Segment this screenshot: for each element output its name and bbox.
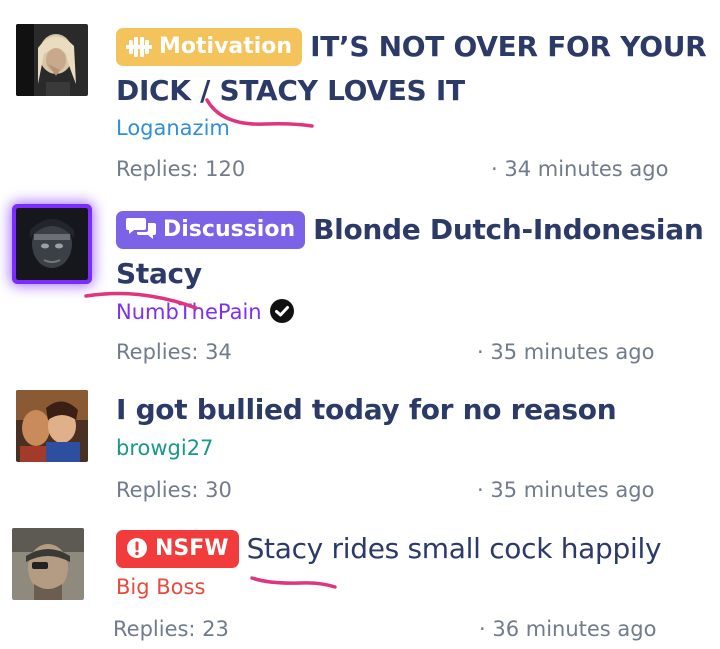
replies-count: Replies: 34 — [116, 340, 232, 364]
thread-title[interactable]: Discussion Blonde Dutch-Indonesian — [116, 211, 704, 249]
title-text: DICK / STACY LOVES IT — [116, 74, 465, 107]
badge-nsfw[interactable]: NSFW — [116, 530, 239, 568]
author-name: Big Boss — [116, 575, 206, 599]
avatar[interactable] — [16, 208, 88, 280]
author-name: NumbThePain — [116, 300, 262, 324]
timestamp: · 36 minutes ago — [479, 617, 657, 641]
author-name: browgi27 — [116, 436, 214, 460]
badge-label: NSFW — [155, 536, 229, 561]
title-text: IT’S NOT OVER FOR YOUR — [310, 30, 707, 63]
badge-label: Discussion — [163, 217, 296, 242]
dumbbell-icon — [126, 32, 152, 70]
author-link[interactable]: Loganazim — [116, 116, 230, 140]
avatar[interactable] — [12, 528, 84, 600]
badge-motivation[interactable]: Motivation — [116, 28, 303, 66]
timestamp: · 35 minutes ago — [477, 478, 655, 502]
replies-count: Replies: 120 — [116, 157, 246, 181]
thread-title[interactable]: I got bullied today for no reason — [116, 393, 617, 426]
thread-title-continued[interactable]: DICK / STACY LOVES IT — [116, 74, 465, 107]
author-link[interactable]: browgi27 — [116, 436, 213, 460]
replies-count: Replies: 23 — [113, 617, 229, 641]
title-text: Stacy — [116, 257, 202, 290]
thread-item[interactable]: I got bullied today for no reason browgi… — [0, 380, 720, 510]
thread-item[interactable]: Discussion Blonde Dutch-Indonesian Stacy… — [0, 190, 720, 380]
title-text: Blonde Dutch-Indonesian — [313, 213, 704, 246]
badge-label: Motivation — [159, 34, 293, 59]
author-link[interactable]: Big Boss — [116, 575, 205, 599]
badge-discussion[interactable]: Discussion — [116, 211, 306, 249]
thread-item[interactable]: NSFW Stacy rides small cock happily Big … — [0, 510, 720, 649]
avatar[interactable] — [16, 390, 88, 462]
thread-title-continued[interactable]: Stacy — [116, 257, 202, 290]
title-text: I got bullied today for no reason — [116, 393, 617, 426]
title-text: Stacy rides small cock happily — [246, 532, 662, 565]
author-link[interactable]: NumbThePain — [116, 299, 294, 324]
verified-badge-icon — [269, 299, 294, 323]
thread-title[interactable]: Motivation IT’S NOT OVER FOR YOUR — [116, 28, 707, 66]
thread-title[interactable]: NSFW Stacy rides small cock happily — [116, 530, 662, 568]
replies-count: Replies: 30 — [116, 478, 232, 502]
timestamp: · 35 minutes ago — [477, 340, 655, 364]
timestamp: · 34 minutes ago — [491, 157, 669, 181]
thread-item[interactable]: Motivation IT’S NOT OVER FOR YOUR DICK /… — [0, 0, 720, 190]
avatar[interactable] — [16, 24, 88, 96]
chat-bubbles-icon — [126, 215, 156, 253]
exclamation-circle-icon — [126, 534, 148, 572]
author-name: Loganazim — [116, 116, 230, 140]
